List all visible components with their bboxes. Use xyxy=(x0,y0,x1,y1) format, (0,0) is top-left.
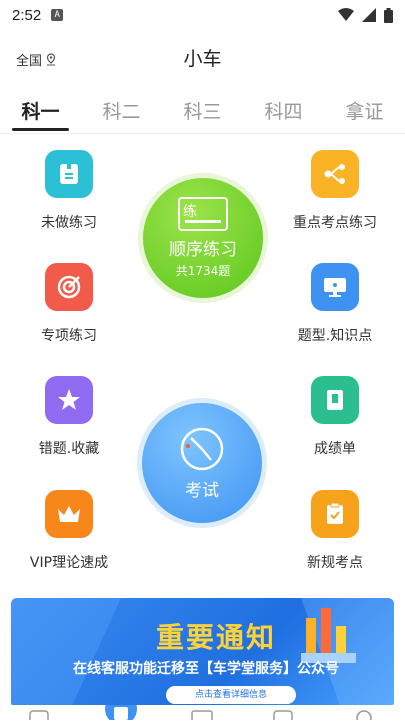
key-points-label: 重点考点练习 xyxy=(293,215,377,231)
sequential-practice-button[interactable]: 练 顺序练习 共1734题 xyxy=(143,178,263,298)
status-bar: 2:52 A xyxy=(0,0,405,30)
floppy-disk-icon xyxy=(45,150,93,198)
tab-ke-si[interactable]: 科四 xyxy=(243,88,324,133)
vip-course-label: VIP理论速成 xyxy=(29,555,109,571)
special-practice-button[interactable]: 专项练习 xyxy=(14,263,124,345)
battery-icon xyxy=(384,7,393,23)
exam-button[interactable]: 考试 xyxy=(142,403,262,523)
clipboard-check-icon xyxy=(311,490,359,538)
new-rules-label: 新规考点 xyxy=(307,555,363,571)
mistakes-favorites-button[interactable]: 错题.收藏 xyxy=(14,376,124,458)
app-header: 全国 小车 xyxy=(0,38,405,78)
key-points-button[interactable]: 重点考点练习 xyxy=(280,150,390,232)
notebook-icon xyxy=(311,376,359,424)
new-rules-button[interactable]: 新规考点 xyxy=(280,490,390,572)
question-types-label: 题型.知识点 xyxy=(297,328,373,344)
unpracticed-button[interactable]: 未做练习 xyxy=(14,150,124,232)
wifi-icon xyxy=(338,8,354,21)
question-count: 共1734题 xyxy=(175,264,231,278)
bottom-nav xyxy=(0,693,405,724)
tab-ke-san[interactable]: 科三 xyxy=(162,88,243,133)
status-time: 2:52 xyxy=(12,6,42,24)
tab-ke-er[interactable]: 科二 xyxy=(81,88,162,133)
sequential-practice-title: 顺序练习 xyxy=(169,240,237,260)
star-icon xyxy=(45,376,93,424)
vip-course-button[interactable]: VIP理论速成 xyxy=(14,490,124,572)
bottom-nav-icons xyxy=(29,693,372,724)
score-card-button[interactable]: 成绩单 xyxy=(280,376,390,458)
banner-details-button[interactable]: 点击查看详细信息 xyxy=(166,686,296,704)
tab-na-zheng[interactable]: 拿证 xyxy=(324,88,405,133)
page-title: 小车 xyxy=(183,48,222,70)
hierarchy-icon xyxy=(311,150,359,198)
special-practice-label: 专项练习 xyxy=(41,328,97,344)
signal-icon xyxy=(362,8,376,22)
status-icons xyxy=(338,7,393,23)
monitor-icon xyxy=(311,263,359,311)
question-types-button[interactable]: 题型.知识点 xyxy=(280,263,390,345)
score-card-label: 成绩单 xyxy=(314,441,356,457)
crown-icon xyxy=(45,490,93,538)
notification-a-icon: A xyxy=(51,9,64,21)
unpracticed-label: 未做练习 xyxy=(41,215,97,231)
notice-banner[interactable]: 重要通知 在线客服功能迁移至【车学堂服务】公众号 点击查看详细信息 xyxy=(11,598,394,708)
mistakes-favorites-label: 错题.收藏 xyxy=(38,441,100,457)
tab-ke-yi[interactable]: 科一 xyxy=(0,88,81,133)
clock-icon xyxy=(180,427,224,470)
banner-message: 在线客服功能迁移至【车学堂服务】公众号 xyxy=(73,661,339,677)
practice-card-icon: 练 xyxy=(178,197,228,231)
exam-title: 考试 xyxy=(185,480,219,501)
subject-tabs: 科一 科二 科三 科四 拿证 xyxy=(0,88,405,134)
target-icon xyxy=(45,263,93,311)
banner-title: 重要通知 xyxy=(156,621,277,654)
